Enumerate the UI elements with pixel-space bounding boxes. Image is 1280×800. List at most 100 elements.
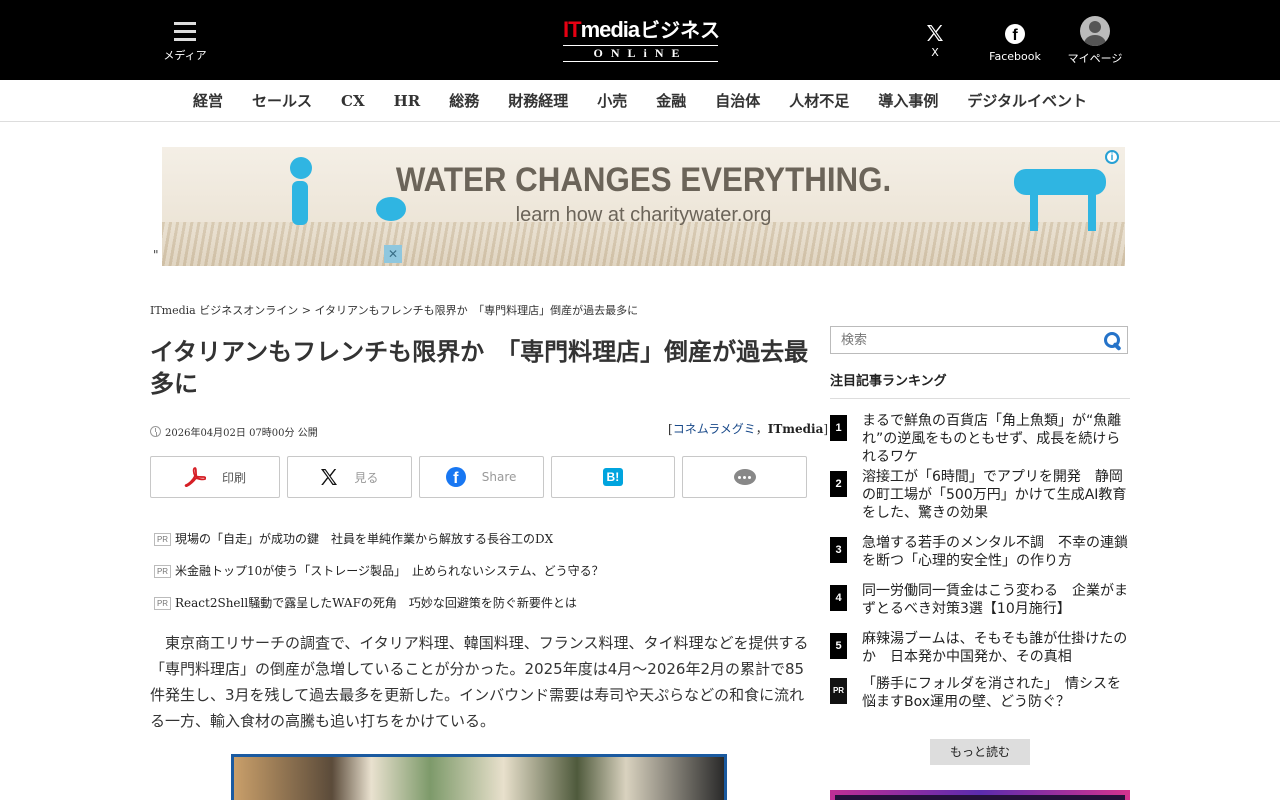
ranking-heading: 注目記事ランキング — [830, 370, 1130, 399]
pr-link[interactable]: PR React2Shell騒動で露呈したWAFの死角 巧妙な回避策を防ぐ新要件… — [154, 586, 814, 618]
nav-item-finance-accounting[interactable]: 財務経理 — [508, 90, 568, 111]
byline: [コネムラメグミ，ITmedia] — [668, 420, 828, 437]
ranking-item-title: まるで鮮魚の百貨店「角上魚類」が“魚離れ”の逆風をものともせず、成長を続けられる… — [862, 413, 1122, 465]
category-nav: 経営 セールス CX HR 総務 財務経理 小売 金融 自治体 人材不足 導入事… — [0, 80, 1280, 122]
nav-item-cx[interactable]: CX — [341, 92, 365, 110]
x-account-button[interactable]: X — [915, 18, 955, 59]
nav-item-digital-events[interactable]: デジタルイベント — [967, 90, 1087, 111]
sidebar-ad[interactable] — [830, 790, 1130, 800]
byline-bracket-close: ] — [823, 422, 829, 436]
breadcrumb-current: イタリアンもフレンチも限界か 「専門料理店」倒産が過去最多に — [314, 304, 639, 317]
print-label: 印刷 — [221, 470, 246, 485]
hatena-bookmark-button[interactable]: B! — [550, 456, 676, 498]
print-button[interactable]: 印刷 — [150, 456, 280, 498]
site-search — [830, 326, 1128, 354]
site-logo[interactable]: IT media ビジネス ONLiNE — [563, 14, 721, 64]
ad-grass-illustration — [162, 222, 1125, 266]
article-lead-paragraph: 東京商工リサーチの調査で、イタリア料理、韓国料理、フランス料理、タイ料理などを提… — [150, 634, 809, 730]
logo-business: ビジネス — [640, 18, 721, 42]
rank-number: 1 — [830, 415, 847, 441]
publish-date-text: 2026年04月02日 07時00分 公開 — [165, 428, 318, 439]
rank-number: 3 — [830, 537, 847, 563]
ranking-item-title: 急増する若手のメンタル不調 不幸の連鎖を断つ「心理的安全性」の作り方 — [862, 535, 1128, 569]
ranking-item[interactable]: 2 溶接工が「6時間」でアプリを開発 静岡の町工場が「500万円」かけて生成AI… — [830, 468, 1130, 534]
pdf-print-icon — [184, 467, 206, 487]
share-facebook-button[interactable]: f Share — [418, 456, 544, 498]
pr-link-list: PR 現場の「自走」が成功の鍵 社員を単純作業から解放する長谷工のDX PR 米… — [154, 522, 814, 618]
nav-item-labor-shortage[interactable]: 人材不足 — [789, 90, 849, 111]
logo-media: media — [580, 17, 641, 42]
facebook-account-button[interactable]: f Facebook — [985, 18, 1045, 63]
banner-ad[interactable]: WATER CHANGES EVERYTHING. learn how at c… — [162, 147, 1125, 266]
clock-icon — [150, 426, 161, 437]
facebook-share-icon: f — [445, 467, 466, 487]
publish-date: 2026年04月02日 07時00分 公開 — [150, 424, 318, 439]
logo-online: ONLiNE — [563, 45, 718, 62]
ad-subline: learn how at charitywater.org — [515, 204, 772, 226]
x-logo-icon — [927, 25, 943, 41]
ad-info-icon[interactable]: i — [1105, 150, 1119, 164]
publisher-name: ITmedia — [767, 422, 824, 436]
breadcrumb-separator: > — [298, 304, 315, 317]
author-link[interactable]: コネムラメグミ — [673, 422, 756, 436]
x-share-icon — [321, 469, 338, 485]
x-label: X — [931, 46, 939, 59]
nav-item-sales[interactable]: セールス — [252, 90, 312, 111]
nav-item-hr[interactable]: HR — [394, 92, 421, 110]
hamburger-icon — [174, 22, 196, 42]
nav-item-case-studies[interactable]: 導入事例 — [878, 90, 938, 111]
ranking-item[interactable]: 4 同一労働同一賃金はこう変わる 企業がまずとるべき対策3選【10月施行】 — [830, 582, 1130, 630]
pr-link-text: React2Shell騒動で露呈したWAFの死角 巧妙な回避策を防ぐ新要件とは — [175, 595, 577, 610]
pr-link[interactable]: PR 現場の「自走」が成功の鍵 社員を単純作業から解放する長谷工のDX — [154, 522, 814, 554]
breadcrumb: ITmedia ビジネスオンライン > イタリアンもフレンチも限界か 「専門料理… — [150, 302, 638, 318]
user-avatar-icon — [1080, 16, 1110, 46]
comment-button[interactable] — [682, 456, 807, 498]
pr-badge: PR — [154, 565, 171, 578]
pr-badge: PR — [154, 533, 171, 546]
ranking-item[interactable]: 1 まるで鮮魚の百貨店「角上魚類」が“魚離れ”の逆風をものともせず、成長を続けら… — [830, 412, 1130, 468]
hatena-bookmark-icon: B! — [602, 468, 623, 486]
ad-quote-mark: " — [153, 248, 159, 262]
logo-it: IT — [563, 17, 582, 42]
ranking-item-title: 溶接工が「6時間」でアプリを開発 静岡の町工場が「500万円」かけて生成AI教育… — [862, 469, 1127, 521]
mypage-label: マイページ — [1067, 52, 1123, 65]
rank-number: 5 — [830, 633, 847, 659]
mypage-button[interactable]: マイページ — [1064, 16, 1126, 66]
ranking-item[interactable]: 3 急増する若手のメンタル不調 不幸の連鎖を断つ「心理的安全性」の作り方 — [830, 534, 1130, 582]
breadcrumb-home-link[interactable]: ITmedia ビジネスオンライン — [150, 304, 298, 317]
nav-item-local-government[interactable]: 自治体 — [715, 90, 760, 111]
ad-close-icon[interactable]: ✕ — [384, 245, 402, 263]
share-x-button[interactable]: 見る — [287, 456, 412, 498]
nav-item-general-affairs[interactable]: 総務 — [449, 90, 479, 111]
byline-separator: ， — [755, 422, 768, 436]
facebook-icon: f — [1005, 24, 1025, 44]
share-x-label: 見る — [354, 470, 379, 485]
media-menu-label: メディア — [163, 49, 207, 62]
nav-item-banking[interactable]: 金融 — [656, 90, 686, 111]
ranking-item-title: 麻辣湯ブームは、そもそも誰が仕掛けたのか 日本発か中国発か、その真相 — [862, 631, 1128, 665]
nav-item-retail[interactable]: 小売 — [597, 90, 627, 111]
ranking-item[interactable]: 5 麻辣湯ブームは、そもそも誰が仕掛けたのか 日本発か中国発か、その真相 — [830, 630, 1130, 675]
article-title: イタリアンもフレンチも限界か 「専門料理店」倒産が過去最多に — [150, 338, 809, 398]
ranking-list: 1 まるで鮮魚の百貨店「角上魚類」が“魚離れ”の逆風をものともせず、成長を続けら… — [830, 412, 1130, 723]
share-bar: 印刷 見る f Share B! — [150, 456, 807, 498]
ranking-item-title: 同一労働同一賃金はこう変わる 企業がまずとるべき対策3選【10月施行】 — [862, 583, 1128, 617]
pr-link[interactable]: PR 米金融トップ10が使う「ストレージ製品」 止められないシステム、どう守る？ — [154, 554, 814, 586]
rank-number: 2 — [830, 471, 847, 497]
facebook-label: Facebook — [989, 50, 1041, 63]
read-more-button[interactable]: もっと読む — [930, 739, 1030, 765]
rank-number: 4 — [830, 585, 847, 611]
search-icon[interactable] — [1103, 331, 1121, 349]
pr-badge: PR — [154, 597, 171, 610]
media-menu-button[interactable]: メディア — [160, 18, 210, 63]
ad-headline: WATER CHANGES EVERYTHING. — [395, 161, 892, 199]
comment-bubble-icon — [733, 469, 756, 485]
nav-item-management[interactable]: 経営 — [193, 90, 223, 111]
ranking-item-title: 「勝手にフォルダを消された」 情シスを悩ますBox運用の壁、どう防ぐ？ — [862, 676, 1121, 710]
site-header: メディア IT media ビジネス ONLiNE X f Facebook マ… — [0, 0, 1280, 80]
search-input[interactable] — [831, 327, 1091, 353]
pr-link-text: 米金融トップ10が使う「ストレージ製品」 止められないシステム、どう守る？ — [175, 563, 604, 578]
share-facebook-label: Share — [481, 470, 517, 484]
ranking-item-pr[interactable]: PR 「勝手にフォルダを消された」 情シスを悩ますBox運用の壁、どう防ぐ？ — [830, 675, 1130, 723]
article-photo[interactable] — [231, 754, 727, 800]
